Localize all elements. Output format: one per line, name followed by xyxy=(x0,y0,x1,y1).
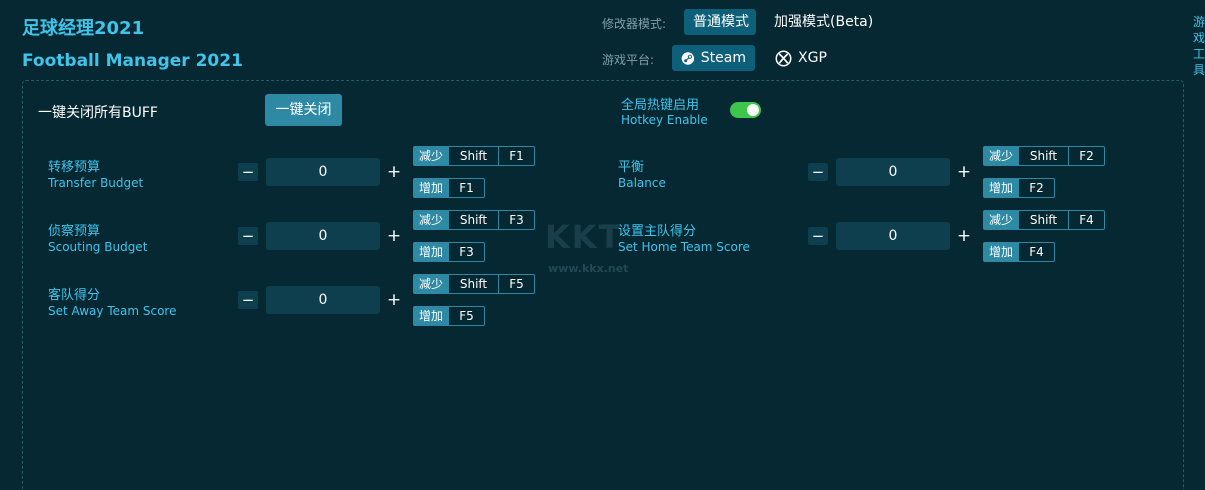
decrement-button[interactable]: − xyxy=(808,227,828,245)
value-field[interactable]: 0 xyxy=(266,222,380,250)
platform-steam-button[interactable]: Steam xyxy=(672,45,755,71)
function-key: F2 xyxy=(1018,179,1054,197)
function-key: F1 xyxy=(498,147,534,165)
value-field[interactable]: 0 xyxy=(836,158,950,186)
decrease-tag: 减少 xyxy=(414,275,448,293)
mode-label: 修改器模式: xyxy=(602,17,667,31)
option-label-cn: 平衡 xyxy=(618,160,645,175)
function-key: F3 xyxy=(498,211,534,229)
decrease-tag: 减少 xyxy=(414,147,448,165)
mode-beta-button[interactable]: 加强模式(Beta) xyxy=(765,9,882,35)
decrease-tag: 减少 xyxy=(984,211,1018,229)
decrease-tag: 减少 xyxy=(984,147,1018,165)
increase-tag: 增加 xyxy=(984,243,1018,261)
increase-tag: 增加 xyxy=(414,307,448,325)
shift-key: Shift xyxy=(448,147,498,165)
decrease-hotkey[interactable]: 减少 Shift F4 xyxy=(983,210,1105,230)
decrement-button[interactable]: − xyxy=(238,163,258,181)
decrease-hotkey[interactable]: 减少 Shift F3 xyxy=(413,210,535,230)
shift-key: Shift xyxy=(448,211,498,229)
watermark-url: www.kkx.net xyxy=(548,262,629,275)
toggle-knob xyxy=(747,104,759,116)
app-title-cn: 足球经理2021 xyxy=(22,18,145,39)
increase-hotkey[interactable]: 增加 F2 xyxy=(983,178,1055,198)
steam-icon xyxy=(681,51,695,65)
watermark-logo: KKT xyxy=(545,218,623,256)
option-label-cn: 设置主队得分 xyxy=(618,224,697,239)
increase-hotkey[interactable]: 增加 F4 xyxy=(983,242,1055,262)
option-label-cn: 转移预算 xyxy=(48,160,101,175)
close-all-button[interactable]: 一键关闭 xyxy=(265,94,342,126)
platform-xgp-button[interactable]: XGP xyxy=(766,45,836,71)
decrement-button[interactable]: − xyxy=(238,291,258,309)
increase-hotkey[interactable]: 增加 F5 xyxy=(413,306,485,326)
decrease-hotkey[interactable]: 减少 Shift F1 xyxy=(413,146,535,166)
decrease-hotkey[interactable]: 减少 Shift F5 xyxy=(413,274,535,294)
decrease-tag: 减少 xyxy=(414,211,448,229)
mode-normal-button[interactable]: 普通模式 xyxy=(684,9,756,35)
platform-steam-label: Steam xyxy=(700,50,746,66)
increase-tag: 增加 xyxy=(414,179,448,197)
cheat-panel xyxy=(22,80,1184,490)
value-field[interactable]: 0 xyxy=(836,222,950,250)
increment-button[interactable]: + xyxy=(384,163,404,181)
xbox-icon xyxy=(775,50,792,66)
close-all-label: 一键关闭所有BUFF xyxy=(38,105,158,121)
function-key: F5 xyxy=(448,307,484,325)
side-tools-link[interactable]: 游戏工具 xyxy=(1193,14,1205,78)
app-title-en: Football Manager 2021 xyxy=(22,51,243,71)
increase-hotkey[interactable]: 增加 F1 xyxy=(413,178,485,198)
platform-xgp-label: XGP xyxy=(798,50,827,66)
option-label-en: Balance xyxy=(618,176,666,190)
function-key: F3 xyxy=(448,243,484,261)
value-field[interactable]: 0 xyxy=(266,286,380,314)
decrement-button[interactable]: − xyxy=(808,163,828,181)
option-label-en: Set Away Team Score xyxy=(48,304,177,318)
increase-hotkey[interactable]: 增加 F3 xyxy=(413,242,485,262)
option-label-en: Scouting Budget xyxy=(48,240,148,254)
increment-button[interactable]: + xyxy=(954,227,974,245)
hotkey-label-cn: 全局热键启用 xyxy=(621,98,700,113)
decrease-hotkey[interactable]: 减少 Shift F2 xyxy=(983,146,1105,166)
function-key: F2 xyxy=(1068,147,1104,165)
shift-key: Shift xyxy=(448,275,498,293)
hotkey-label-en: Hotkey Enable xyxy=(621,113,708,127)
function-key: F4 xyxy=(1018,243,1054,261)
option-label-cn: 客队得分 xyxy=(48,288,101,303)
shift-key: Shift xyxy=(1018,211,1068,229)
hotkey-toggle[interactable] xyxy=(730,102,761,118)
option-label-en: Transfer Budget xyxy=(48,176,144,190)
increase-tag: 增加 xyxy=(414,243,448,261)
function-key: F5 xyxy=(498,275,534,293)
option-label-en: Set Home Team Score xyxy=(618,240,750,254)
option-label-cn: 侦察预算 xyxy=(48,224,101,239)
value-field[interactable]: 0 xyxy=(266,158,380,186)
platform-label: 游戏平台: xyxy=(602,53,655,67)
increment-button[interactable]: + xyxy=(954,163,974,181)
increment-button[interactable]: + xyxy=(384,291,404,309)
increment-button[interactable]: + xyxy=(384,227,404,245)
decrement-button[interactable]: − xyxy=(238,227,258,245)
increase-tag: 增加 xyxy=(984,179,1018,197)
function-key: F1 xyxy=(448,179,484,197)
function-key: F4 xyxy=(1068,211,1104,229)
shift-key: Shift xyxy=(1018,147,1068,165)
